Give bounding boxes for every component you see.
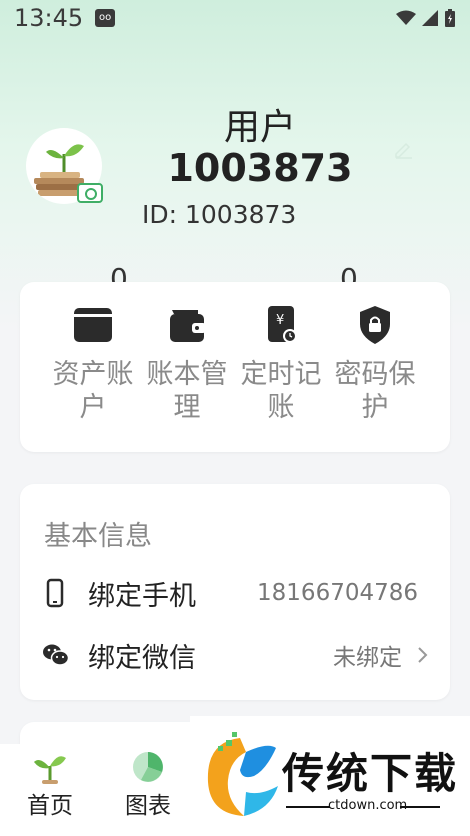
wifi-icon: [396, 10, 416, 25]
change-avatar-camera-icon[interactable]: [77, 183, 103, 203]
phone-icon: [46, 578, 64, 608]
shield-lock-icon: [360, 306, 390, 344]
brand-logo-icon: [207, 732, 278, 816]
user-id-large: 1003873: [167, 146, 353, 190]
signal-icon: [422, 10, 438, 26]
bind-phone-row[interactable]: 绑定手机 18166704786: [20, 568, 450, 618]
quick-actions-card: 资产账户 账本管理 ¥ 定时记账 密码保护: [20, 282, 450, 452]
section-title: 基本信息: [44, 521, 152, 552]
scheduled-bill-icon: ¥: [268, 306, 297, 343]
status-bar: 13:45 oo: [0, 0, 470, 36]
tab-home-label: 首页: [27, 793, 73, 819]
bind-wechat-label: 绑定微信: [88, 642, 196, 674]
quick-action-label: 资产账户: [52, 359, 134, 423]
bind-wechat-value: 未绑定: [333, 645, 402, 671]
status-time: 13:45: [14, 4, 84, 32]
quick-action-asset-accounts[interactable]: 资产账户: [46, 304, 140, 424]
watermark-url: ctdown.com: [328, 798, 408, 813]
quick-action-scheduled-bookkeeping[interactable]: ¥ 定时记账: [234, 304, 328, 424]
bind-phone-label: 绑定手机: [88, 580, 196, 612]
user-id-line: ID: 1003873: [142, 200, 297, 229]
quick-action-label: 密码保护: [334, 359, 416, 423]
quick-action-label: 定时记账: [240, 359, 322, 423]
tab-charts[interactable]: 图表: [108, 750, 188, 820]
watermark-brand: 传统下载: [282, 749, 459, 798]
watermark-divider-right: [400, 806, 440, 808]
wallet-icon: [170, 310, 206, 342]
chevron-right-icon: [418, 647, 428, 663]
watermark-divider-left: [286, 806, 330, 808]
basic-info-card: 基本信息 绑定手机 18166704786 绑定微信 未绑定: [20, 484, 450, 700]
pie-chart-icon: [133, 752, 163, 782]
watermark-logo: 传统下载 ctdown.com: [190, 716, 470, 836]
battery-icon: [445, 9, 455, 27]
bind-phone-value: 18166704786: [257, 580, 418, 606]
app-notification-icon: oo: [95, 9, 116, 27]
wechat-icon: [43, 644, 70, 666]
quick-action-password-protection[interactable]: 密码保护: [328, 304, 422, 424]
edit-profile-icon[interactable]: [392, 136, 416, 160]
tab-charts-label: 图表: [125, 793, 171, 819]
username: 用户: [223, 107, 296, 148]
svg-text:¥: ¥: [276, 313, 284, 328]
quick-action-ledger-management[interactable]: 账本管理: [140, 304, 234, 424]
tab-home[interactable]: 首页: [10, 750, 90, 820]
quick-action-label: 账本管理: [146, 359, 228, 423]
card-icon: [74, 308, 112, 342]
sprout-icon: [34, 756, 66, 784]
bind-wechat-row[interactable]: 绑定微信 未绑定: [20, 630, 450, 680]
